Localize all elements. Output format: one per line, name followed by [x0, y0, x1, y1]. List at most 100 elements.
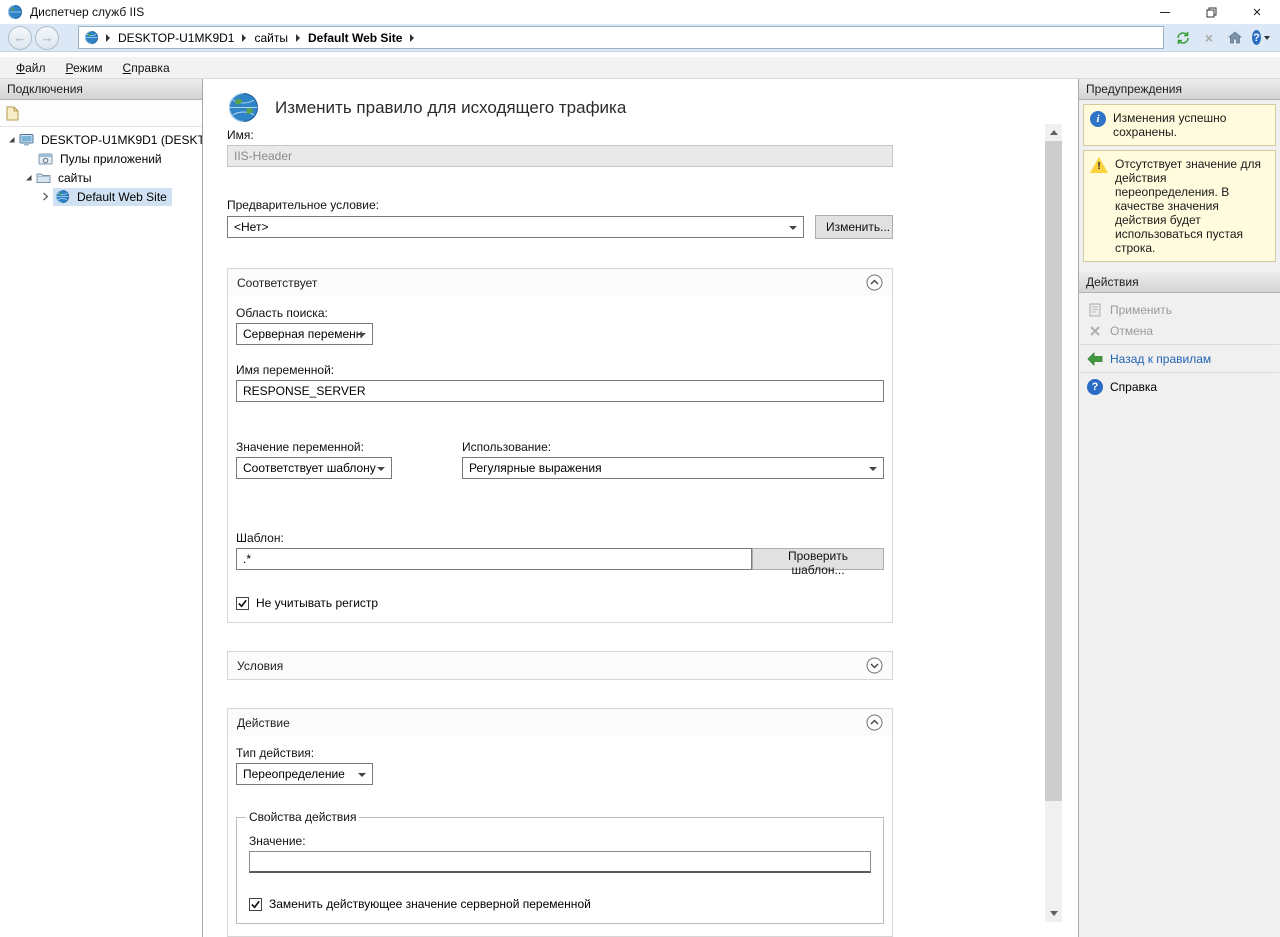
- menu-view[interactable]: Режим: [56, 58, 113, 78]
- collapse-icon[interactable]: [866, 274, 883, 291]
- connections-toolbar: [0, 100, 202, 127]
- conditions-section-header[interactable]: Условия: [228, 652, 892, 679]
- close-button[interactable]: ×: [1234, 0, 1280, 24]
- using-label: Использование:: [462, 440, 884, 454]
- variable-name-input[interactable]: [236, 380, 884, 402]
- info-icon: i: [1090, 111, 1106, 127]
- feature-page: Изменить правило для исходящего трафика …: [203, 79, 1078, 937]
- expander-expanded-icon[interactable]: [22, 172, 34, 184]
- match-section: Соответствует Область поиска: Серверная …: [227, 268, 893, 623]
- menu-file[interactable]: Файл: [6, 58, 56, 78]
- back-to-rules-action[interactable]: Назад к правилам: [1079, 348, 1280, 369]
- back-to-rules-icon: [1087, 352, 1103, 366]
- caption-buttons: ×: [1142, 0, 1280, 24]
- test-pattern-button[interactable]: Проверить шаблон...: [752, 548, 884, 570]
- help-menu-button[interactable]: ?: [1252, 29, 1270, 47]
- ignore-case-row: Не учитывать регистр: [236, 596, 884, 610]
- edit-outbound-rule-form: Изменить правило для исходящего трафика …: [227, 91, 893, 937]
- collapse-icon[interactable]: [866, 714, 883, 731]
- variable-value-value: Соответствует шаблону: [243, 461, 376, 475]
- conditions-section: Условия: [227, 651, 893, 680]
- replace-value-row: Заменить действующее значение серверной …: [249, 897, 871, 911]
- new-connection-icon[interactable]: [5, 106, 20, 121]
- tree-item-app-pools[interactable]: Пулы приложений: [0, 149, 202, 168]
- edit-precondition-button[interactable]: Изменить...: [815, 215, 893, 239]
- tree-selection: Default Web Site: [53, 188, 172, 206]
- minimize-button[interactable]: [1142, 0, 1188, 24]
- address-bar: ← → DESKTOP-U1MK9D1 сайты Default Web Si…: [0, 24, 1280, 52]
- tree-item-server[interactable]: DESKTOP-U1MK9D1 (DESKTOI: [0, 130, 202, 149]
- action-type-value: Переопределение: [243, 767, 345, 781]
- action-value-input[interactable]: [249, 851, 871, 873]
- match-section-body: Область поиска: Серверная переменн Имя п…: [228, 296, 892, 622]
- tree-item-sites[interactable]: сайты: [0, 168, 202, 187]
- back-to-rules-label: Назад к правилам: [1110, 352, 1211, 366]
- action-section: Действие Тип действия: Переопределение С…: [227, 708, 893, 937]
- precondition-label: Предварительное условие:: [227, 198, 893, 212]
- back-arrow-icon: ←: [14, 30, 27, 45]
- home-icon[interactable]: [1226, 29, 1244, 47]
- connections-panel: Подключения DESKTOP-U1MK9D1 (DESKTOI: [0, 79, 203, 937]
- ignore-case-checkbox[interactable]: [236, 597, 249, 610]
- action-value-label: Значение:: [249, 834, 871, 848]
- actions-separator: [1080, 344, 1279, 345]
- breadcrumb-separator-icon: [106, 34, 110, 42]
- scope-label: Область поиска:: [236, 306, 884, 320]
- breadcrumb-item-server[interactable]: DESKTOP-U1MK9D1: [114, 29, 238, 47]
- breadcrumb: DESKTOP-U1MK9D1 сайты Default Web Site: [78, 26, 1164, 49]
- breadcrumb-item-sites[interactable]: сайты: [250, 29, 292, 47]
- vertical-scrollbar[interactable]: [1045, 124, 1062, 922]
- expand-icon[interactable]: [866, 657, 883, 674]
- using-select[interactable]: Регулярные выражения: [462, 457, 884, 479]
- apply-icon: [1087, 303, 1103, 317]
- breadcrumb-item-default-web-site[interactable]: Default Web Site: [304, 29, 406, 47]
- stop-icon[interactable]: ×: [1200, 29, 1218, 47]
- scope-select[interactable]: Серверная переменн: [236, 323, 373, 345]
- cancel-action: Отмена: [1079, 320, 1280, 341]
- help-action[interactable]: ? Справка: [1079, 376, 1280, 398]
- scrollbar-thumb[interactable]: [1045, 141, 1062, 801]
- action-type-label: Тип действия:: [236, 746, 884, 760]
- match-section-header[interactable]: Соответствует: [228, 269, 892, 296]
- pattern-input[interactable]: [236, 548, 752, 570]
- scroll-up-button[interactable]: [1045, 124, 1062, 141]
- variable-name-label: Имя переменной:: [236, 363, 884, 377]
- action-type-select[interactable]: Переопределение: [236, 763, 373, 785]
- cancel-label: Отмена: [1110, 324, 1153, 338]
- scroll-down-button[interactable]: [1045, 905, 1062, 922]
- back-button[interactable]: ←: [8, 26, 32, 50]
- window-title: Диспетчер служб IIS: [30, 5, 144, 19]
- apply-action: Применить: [1079, 299, 1280, 320]
- apply-label: Применить: [1110, 303, 1172, 317]
- replace-value-label: Заменить действующее значение серверной …: [269, 897, 591, 911]
- tree-item-label: DESKTOP-U1MK9D1 (DESKTOI: [38, 132, 202, 148]
- expander-expanded-icon[interactable]: [5, 134, 17, 146]
- forward-arrow-icon: →: [41, 30, 54, 45]
- precondition-select[interactable]: <Нет>: [227, 216, 804, 238]
- restore-button[interactable]: [1188, 0, 1234, 24]
- alert-info-text: Изменения успешно сохранены.: [1113, 111, 1269, 139]
- tree-item-default-web-site[interactable]: Default Web Site: [0, 187, 202, 206]
- alert-warning-text: Отсутствует значение для действия переоп…: [1115, 157, 1269, 255]
- expander-collapsed-icon[interactable]: [39, 191, 51, 203]
- help-label: Справка: [1110, 380, 1157, 394]
- action-section-header[interactable]: Действие: [228, 709, 892, 736]
- app-pools-icon: [38, 152, 53, 166]
- right-panel: Предупреждения i Изменения успешно сохра…: [1078, 79, 1280, 937]
- menu-help[interactable]: Справка: [113, 58, 180, 78]
- connections-header: Подключения: [0, 79, 202, 100]
- computer-icon: [19, 133, 34, 147]
- conditions-section-title: Условия: [237, 659, 866, 673]
- precondition-value: <Нет>: [234, 220, 268, 234]
- page-globe-icon: [227, 91, 260, 124]
- refresh-icon[interactable]: [1174, 29, 1192, 47]
- pattern-label: Шаблон:: [236, 531, 884, 545]
- checkmark-icon: [237, 598, 248, 609]
- replace-value-checkbox[interactable]: [249, 898, 262, 911]
- forward-button[interactable]: →: [35, 26, 59, 50]
- scroll-down-icon: [1050, 911, 1058, 916]
- variable-value-select[interactable]: Соответствует шаблону: [236, 457, 392, 479]
- scroll-up-icon: [1050, 130, 1058, 135]
- page-title: Изменить правило для исходящего трафика: [275, 98, 626, 118]
- actions-list: Применить Отмена Назад к правилам: [1079, 293, 1280, 404]
